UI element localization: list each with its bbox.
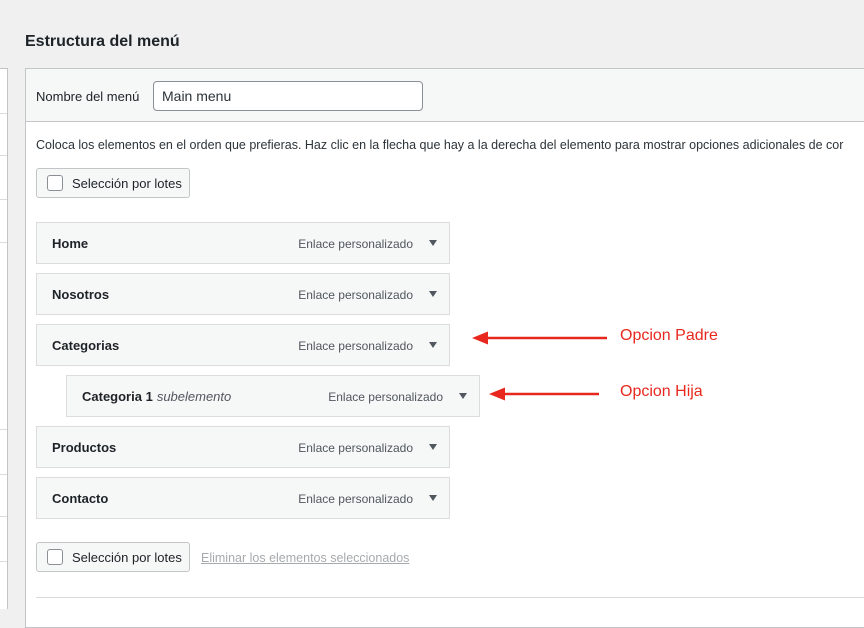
menu-item-title: Categorias [52, 338, 120, 353]
menu-item-productos[interactable]: Productos Enlace personalizado [36, 426, 450, 468]
expand-arrow-icon[interactable] [429, 240, 437, 246]
menu-item-categorias[interactable]: Categorias Enlace personalizado [36, 324, 450, 366]
divider [0, 429, 7, 430]
menu-name-label: Nombre del menú [36, 89, 140, 104]
left-panel [0, 68, 8, 609]
instructions-text: Coloca los elementos en el orden que pre… [36, 138, 844, 152]
parent-annotation-label: Opcion Padre [620, 327, 718, 344]
divider [0, 242, 7, 243]
bulk-select-button-top[interactable]: Selección por lotes [36, 168, 190, 198]
menu-item-contacto[interactable]: Contacto Enlace personalizado [36, 477, 450, 519]
divider [0, 113, 7, 114]
delete-selected-link[interactable]: Eliminar los elementos seleccionados [201, 551, 409, 565]
divider [36, 597, 864, 598]
divider [0, 199, 7, 200]
menu-item-type: Enlace personalizado [298, 441, 413, 455]
menu-item-categoria-1[interactable]: Categoria 1 subelemento Enlace personaliz… [66, 375, 480, 417]
menu-item-title: Contacto [52, 491, 109, 506]
menu-item-home[interactable]: Home Enlace personalizado [36, 222, 450, 264]
page-title: Estructura del menú [25, 33, 180, 50]
menu-item-type: Enlace personalizado [298, 492, 413, 506]
divider [0, 155, 7, 156]
expand-arrow-icon[interactable] [459, 393, 467, 399]
expand-arrow-icon[interactable] [429, 291, 437, 297]
menu-item-nosotros[interactable]: Nosotros Enlace personalizado [36, 273, 450, 315]
bulk-select-label: Selección por lotes [72, 175, 182, 191]
expand-arrow-icon[interactable] [429, 342, 437, 348]
menu-item-title: Nosotros [52, 287, 110, 302]
bulk-select-button-bottom[interactable]: Selección por lotes [36, 542, 190, 572]
bulk-select-label: Selección por lotes [72, 549, 182, 565]
menu-name-input[interactable] [153, 81, 423, 111]
menu-item-type: Enlace personalizado [328, 390, 443, 404]
menu-item-type: Enlace personalizado [298, 237, 413, 251]
bulk-select-checkbox[interactable] [47, 549, 63, 565]
expand-arrow-icon[interactable] [429, 444, 437, 450]
menu-item-title: Productos [52, 440, 117, 455]
divider [0, 561, 7, 562]
menu-item-subtitle: subelemento [156, 389, 232, 404]
child-annotation-arrow-icon [489, 387, 599, 401]
menu-item-type: Enlace personalizado [298, 288, 413, 302]
parent-annotation-arrow-icon [472, 331, 607, 345]
expand-arrow-icon[interactable] [429, 495, 437, 501]
menu-item-title: Categoria 1 subelemento [82, 389, 232, 404]
bulk-select-checkbox[interactable] [47, 175, 63, 191]
child-annotation-label: Opcion Hija [620, 383, 703, 400]
divider [0, 474, 7, 475]
menu-item-title: Home [52, 236, 89, 251]
menu-header-bar [25, 68, 864, 122]
divider [0, 516, 7, 517]
menu-item-type: Enlace personalizado [298, 339, 413, 353]
